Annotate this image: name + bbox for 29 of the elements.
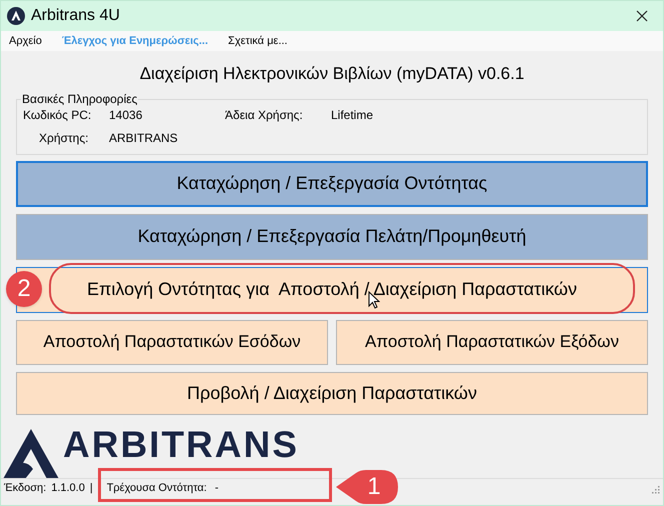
resize-grip-icon[interactable] — [650, 484, 660, 494]
step-badge: 2 — [6, 271, 42, 307]
field-label: Κωδικός PC: — [23, 106, 92, 124]
field-label: Άδεια Χρήσης: — [225, 106, 303, 124]
close-icon[interactable] — [636, 10, 648, 22]
field-value: 14036 — [109, 106, 142, 124]
menu-button[interactable]: Καταχώρηση / Επεξεργασία Οντότητας — [16, 160, 648, 206]
logo-text: ARBITRANS — [63, 426, 299, 462]
callout-badge — [336, 470, 398, 504]
group-title: Βασικές Πληροφορίες — [21, 92, 138, 106]
menu-item[interactable]: Αρχείο — [9, 32, 42, 50]
app-icon — [7, 7, 25, 25]
status-label: Τρέχουσα Οντότητα: — [106, 481, 207, 496]
field-value: Lifetime — [331, 106, 374, 124]
status-value: 1.1.0.0 — [51, 481, 85, 496]
app-heading: Διαχείριση Ηλεκτρονικών Βιβλίων (myDATA) v0.6.1 — [138, 63, 526, 85]
menu-button[interactable]: Προβολή / Διαχείριση Παραστατικών — [16, 372, 648, 414]
status-separator: | — [90, 481, 93, 496]
menu-button[interactable]: Καταχώρηση / Επεξεργασία Πελάτη/Προμηθευτή — [16, 214, 648, 260]
field-value: ARBITRANS — [109, 130, 178, 146]
field-label: Χρήστης: — [39, 130, 88, 146]
menu-button[interactable]: Αποστολή Παραστατικών Εσόδων — [16, 320, 328, 364]
status-label: Έκδοση: — [4, 481, 46, 496]
window-title: Arbitrans 4U — [31, 6, 120, 26]
status-value: - — [214, 481, 219, 496]
menu-item[interactable]: Σχετικά με... — [228, 32, 288, 50]
menu-button[interactable]: Αποστολή Παραστατικών Εξόδων — [336, 320, 648, 364]
eagle-logo-icon — [3, 428, 59, 478]
step-number: 1 — [366, 472, 382, 502]
